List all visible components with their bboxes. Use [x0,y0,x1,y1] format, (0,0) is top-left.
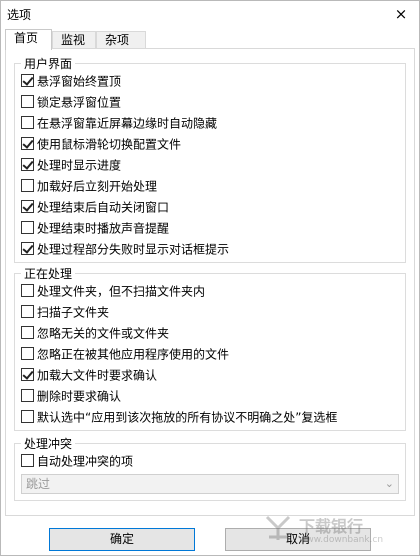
checkbox-confirm-delete[interactable]: 删除时要求确认 [21,387,121,405]
window-title: 选项 [7,8,32,22]
checkbox-scan-subfolders[interactable]: 扫描子文件夹 [21,303,109,321]
checkbox-ignore-irrelevant[interactable]: 忽略无关的文件或文件夹 [21,324,169,342]
conflict-action-value: 跳过 [26,477,51,491]
checkbox-wheel-switch-profile[interactable]: 使用鼠标滑轮切换配置文件 [21,135,181,153]
tab-misc[interactable]: 杂项 [96,31,146,49]
checkbox-box[interactable] [21,158,34,171]
conflict-action-select[interactable]: 跳过 ⌄ [21,474,399,494]
checkbox-folder-no-scan[interactable]: 处理文件夹，但不扫描文件夹内 [21,282,205,300]
checkbox-auto-close[interactable]: 处理结束后自动关闭窗口 [21,198,169,216]
checkbox-box[interactable] [21,221,34,234]
checkbox-box[interactable] [21,200,34,213]
group-processing: 正在处理 处理文件夹，但不扫描文件夹内 扫描子文件夹 忽略无关的文件或文件夹 忽… [14,265,406,431]
checkbox-lock-position[interactable]: 锁定悬浮窗位置 [21,93,121,111]
watermark-url: www.downbank.cn [299,535,384,545]
checkbox-box[interactable] [21,74,34,87]
checkbox-box[interactable] [21,116,34,129]
ok-button[interactable]: 确定 [49,528,195,551]
checkbox-box[interactable] [21,454,34,467]
group-conflict: 处理冲突 自动处理冲突的项 跳过 ⌄ [14,435,406,501]
checkbox-ignore-in-use[interactable]: 忽略正在被其他应用程序使用的文件 [21,345,229,363]
tab-home[interactable]: 首页 [5,29,52,50]
group-user-interface: 用户界面 悬浮窗始终置顶 锁定悬浮窗位置 在悬浮窗靠近屏幕边缘时自动隐藏 使用鼠… [14,55,406,263]
close-icon[interactable]: × [391,4,411,24]
checkbox-box[interactable] [21,179,34,192]
checkbox-show-progress[interactable]: 处理时显示进度 [21,156,121,174]
group-title-conflict: 处理冲突 [21,435,76,452]
watermark: 下载银行 www.downbank.cn [263,511,413,551]
checkbox-show-failure-dialog[interactable]: 处理过程部分失败时显示对话框提示 [21,240,229,258]
tab-monitor[interactable]: 监视 [52,31,96,49]
checkbox-auto-resolve-conflict[interactable]: 自动处理冲突的项 [21,452,133,470]
checkbox-box[interactable] [21,347,34,360]
checkbox-box[interactable] [21,242,34,255]
checkbox-box[interactable] [21,95,34,108]
checkbox-start-immediately[interactable]: 加载好后立刻开始处理 [21,177,157,195]
checkbox-play-sound[interactable]: 处理结束时播放声音提醒 [21,219,169,237]
group-title-processing: 正在处理 [21,265,76,282]
checkbox-confirm-large-files[interactable]: 加载大文件时要求确认 [21,366,157,384]
checkbox-auto-hide[interactable]: 在悬浮窗靠近屏幕边缘时自动隐藏 [21,114,217,132]
checkbox-box[interactable] [21,326,34,339]
checkbox-box[interactable] [21,305,34,318]
checkbox-box[interactable] [21,137,34,150]
checkbox-default-apply-all[interactable]: 默认选中“应用到该次拖放的所有协议不明确之处”复选框 [21,408,337,426]
checkbox-box[interactable] [21,389,34,402]
options-dialog: 选项 × 首页 监视 杂项 用户界面 悬浮窗始终置顶 锁定悬浮窗位置 在悬浮窗靠… [0,0,420,556]
group-title-user-interface: 用户界面 [21,55,76,72]
title-bar[interactable]: 选项 × [1,1,419,27]
chevron-down-icon: ⌄ [384,477,394,490]
checkbox-box[interactable] [21,284,34,297]
checkbox-box[interactable] [21,368,34,381]
checkbox-always-on-top[interactable]: 悬浮窗始终置顶 [21,72,121,90]
checkbox-box[interactable] [21,410,34,423]
watermark-text: 下载银行 [299,517,364,536]
tab-panel-home: 用户界面 悬浮窗始终置顶 锁定悬浮窗位置 在悬浮窗靠近屏幕边缘时自动隐藏 使用鼠… [5,48,415,516]
downbank-logo-icon [265,515,291,540]
